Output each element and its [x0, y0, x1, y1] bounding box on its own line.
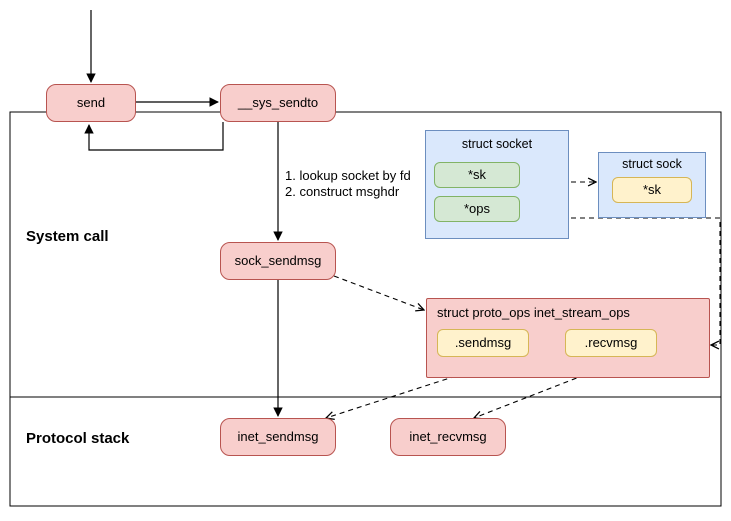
- proto-ops-recvmsg: .recvmsg: [565, 329, 657, 357]
- node-inet-sendmsg: inet_sendmsg: [220, 418, 336, 456]
- diagram-canvas: System call Protocol stack send __sys_se…: [0, 0, 731, 521]
- struct-sock-sk-label: *sk: [643, 182, 661, 198]
- proto-ops-sendmsg-label: .sendmsg: [455, 335, 511, 351]
- node-sock-sendmsg-label: sock_sendmsg: [235, 253, 322, 269]
- node-sys-sendto: __sys_sendto: [220, 84, 336, 122]
- proto-ops-recvmsg-label: .recvmsg: [585, 335, 638, 351]
- struct-socket-ops-label: *ops: [464, 201, 490, 217]
- section-label-system-call: System call: [26, 228, 109, 245]
- struct-sock-title: struct sock: [622, 157, 682, 172]
- struct-sock-sk: *sk: [612, 177, 692, 203]
- node-send: send: [46, 84, 136, 122]
- struct-sock-box: struct sock *sk: [598, 152, 706, 218]
- struct-socket-sk-label: *sk: [468, 167, 486, 183]
- struct-socket-box: struct socket *sk *ops: [425, 130, 569, 239]
- node-inet-sendmsg-label: inet_sendmsg: [238, 429, 319, 445]
- annotation-lookup-line1: 1. lookup socket by fd: [285, 168, 411, 183]
- node-send-label: send: [77, 95, 105, 111]
- proto-ops-sendmsg: .sendmsg: [437, 329, 529, 357]
- proto-ops-box: struct proto_ops inet_stream_ops .sendms…: [426, 298, 710, 378]
- node-inet-recvmsg-label: inet_recvmsg: [409, 429, 486, 445]
- node-sys-sendto-label: __sys_sendto: [238, 95, 318, 111]
- proto-ops-title: struct proto_ops inet_stream_ops: [437, 305, 630, 321]
- annotation-lookup-line2: 2. construct msghdr: [285, 184, 399, 199]
- struct-socket-title: struct socket: [462, 137, 532, 152]
- node-inet-recvmsg: inet_recvmsg: [390, 418, 506, 456]
- section-label-protocol-stack: Protocol stack: [26, 430, 129, 447]
- struct-socket-ops: *ops: [434, 196, 520, 222]
- struct-socket-sk: *sk: [434, 162, 520, 188]
- node-sock-sendmsg: sock_sendmsg: [220, 242, 336, 280]
